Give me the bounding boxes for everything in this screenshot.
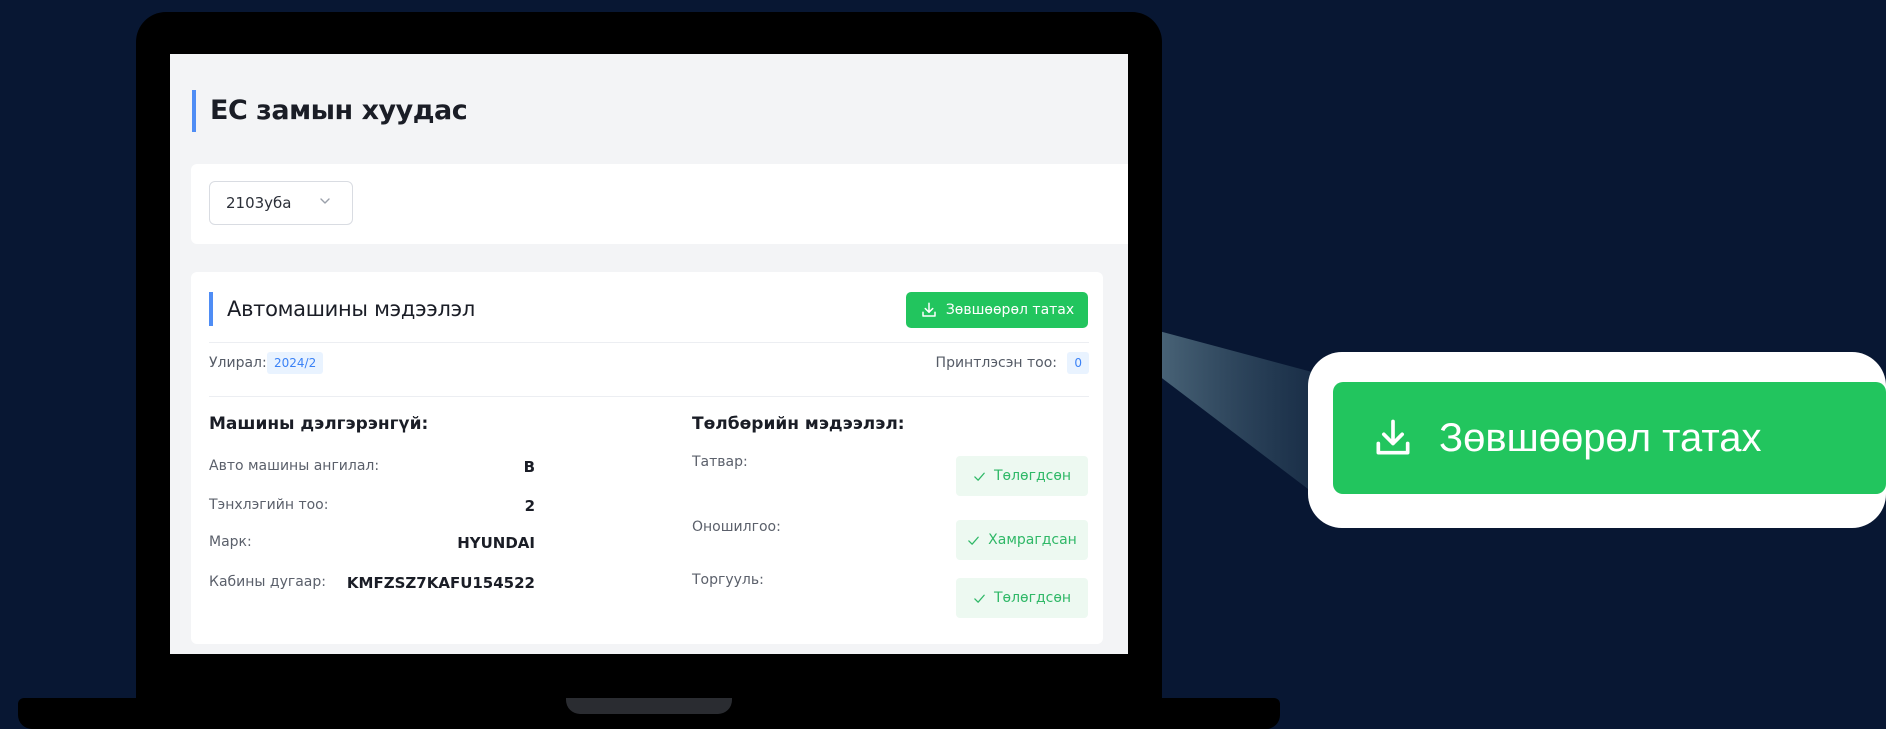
zoomed-download-permit-label: Зөвшөөрөл татах [1439, 415, 1762, 460]
check-icon [974, 594, 985, 603]
inspection-status-badge: Хамрагдсан [956, 520, 1088, 560]
brand-value: HYUNDAI [457, 534, 535, 552]
inspection-status-text: Хамрагдсан [988, 532, 1077, 548]
laptop-screen: ЕС замын хуудас 2103уба Автомашины мэдээ… [170, 54, 1128, 654]
zoom-callout: Зөвшөөрөл татах [1308, 352, 1886, 528]
printed-count-badge: 0 [1067, 352, 1089, 374]
check-icon [974, 472, 985, 481]
zoomed-download-permit-button[interactable]: Зөвшөөрөл татах [1333, 382, 1886, 494]
chevron-down-icon [320, 198, 330, 204]
season-badge: 2024/2 [267, 352, 324, 374]
check-icon [968, 536, 979, 545]
printed-count-label: Принтлэсэн тоо: [935, 355, 1057, 371]
axle-count-value: 2 [524, 497, 535, 515]
payment-info-heading: Төлбөрийн мэдээлэл: [692, 414, 905, 434]
tax-status-badge: Төлөгдсөн [956, 456, 1088, 496]
axle-count-label: Тэнхлэгийн тоо: [209, 497, 329, 513]
vehicle-class-value: B [523, 458, 535, 476]
download-icon [922, 302, 936, 317]
laptop-notch [566, 698, 732, 714]
fine-status-badge: Төлөгдсөн [956, 578, 1088, 618]
download-permit-label: Зөвшөөрөл татах [945, 302, 1075, 318]
brand-label: Марк: [209, 534, 252, 550]
tax-label: Татвар: [692, 454, 748, 470]
vehicle-details-heading: Машины дэлгэрэнгүй: [209, 414, 429, 434]
divider [209, 342, 1089, 343]
download-permit-button[interactable]: Зөвшөөрөл татах [906, 292, 1088, 328]
inspection-label: Оношилгоо: [692, 519, 781, 535]
filter-bar: 2103уба [191, 164, 1128, 244]
year-select-value: 2103уба [226, 194, 292, 212]
fine-label: Торгууль: [692, 572, 764, 588]
card-title: Автомашины мэдээлэл [209, 292, 475, 326]
season-label: Улирал: [209, 355, 267, 371]
vehicle-info-card: Автомашины мэдээлэл Зөвшөөрөл татах Улир… [191, 272, 1103, 644]
vehicle-class-label: Авто машины ангилал: [209, 458, 380, 474]
cabin-number-value: KMFZSZ7KAFU154522 [346, 574, 535, 592]
divider [209, 396, 1089, 397]
fine-status-text: Төлөгдсөн [993, 590, 1072, 606]
tax-status-text: Төлөгдсөн [993, 468, 1072, 484]
page-title: ЕС замын хуудас [192, 90, 468, 132]
year-select[interactable]: 2103уба [209, 181, 353, 225]
cabin-number-label: Кабины дугаар: [209, 574, 326, 590]
download-icon [1376, 419, 1410, 455]
